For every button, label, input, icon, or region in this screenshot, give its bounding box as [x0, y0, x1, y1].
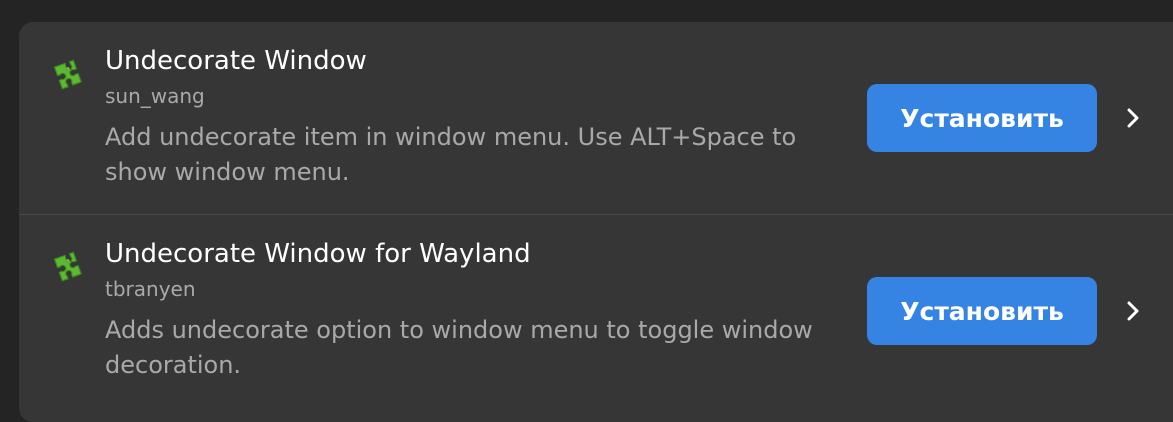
extension-row[interactable]: Undecorate Window for Wayland tbranyen A…: [19, 215, 1173, 407]
chevron-right-icon[interactable]: [1119, 297, 1147, 325]
extension-title: Undecorate Window for Wayland: [105, 239, 531, 269]
extension-row[interactable]: Undecorate Window sun_wang Add undecorat…: [19, 22, 1173, 214]
puzzle-piece-icon: [52, 251, 84, 283]
extension-title: Undecorate Window: [105, 46, 367, 76]
install-button[interactable]: Установить: [867, 277, 1097, 345]
extension-author: sun_wang: [105, 84, 205, 108]
install-button[interactable]: Установить: [867, 84, 1097, 152]
chevron-right-icon[interactable]: [1119, 104, 1147, 132]
puzzle-piece-icon: [52, 59, 84, 91]
extension-description: Adds undecorate option to window menu to…: [105, 316, 813, 379]
extensions-list: Undecorate Window sun_wang Add undecorat…: [19, 22, 1173, 422]
extension-author: tbranyen: [105, 277, 196, 301]
extension-description: Add undecorate item in window menu. Use …: [105, 123, 797, 186]
